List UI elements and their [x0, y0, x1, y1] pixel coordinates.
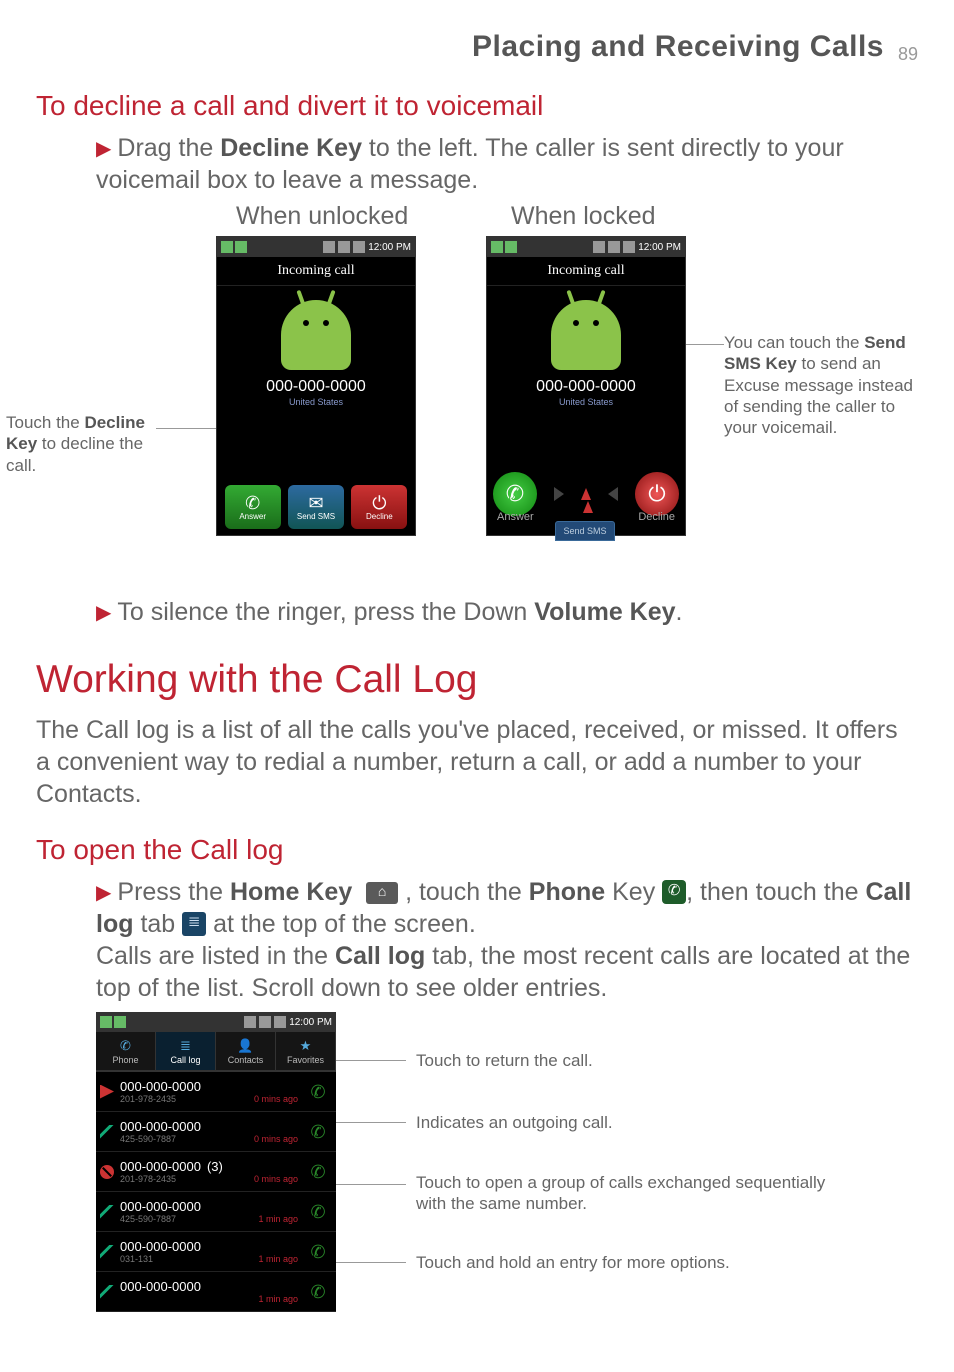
call-direction-icon [100, 1205, 114, 1219]
caller-number: 000-000-0000 [487, 378, 685, 396]
send-sms-button[interactable]: ✉Send SMS [288, 485, 344, 529]
call-direction-icon [100, 1085, 114, 1099]
call-log-row[interactable]: 000-000-0000425-590-78871 min ago✆ [96, 1192, 336, 1232]
call-log-description: The Call log is a list of all the calls … [36, 714, 918, 810]
caller-location: United States [217, 397, 415, 407]
tab-call-log[interactable]: ≣Call log [156, 1032, 216, 1070]
label-locked: When locked [511, 202, 656, 231]
phone-mock-locked: 12:00 PM Incoming call 000-000-0000 Unit… [486, 236, 686, 536]
incoming-call-label: Incoming call [217, 257, 415, 286]
bullet-icon: ▶ [96, 137, 111, 163]
dial-icon[interactable]: ✆ [304, 1118, 332, 1146]
call-log-diagram: 12:00 PM ✆Phone ≣Call log 👤Contacts ★Fav… [96, 1012, 918, 1322]
decline-instruction: ▶Drag the Decline Key to the left. The c… [96, 132, 918, 196]
incoming-call-diagram: When unlocked When locked 12:00 PM Incom… [36, 202, 918, 582]
call-log-row[interactable]: 000-000-0000201-978-24350 mins ago✆ [96, 1072, 336, 1112]
dial-icon[interactable]: ✆ [304, 1278, 332, 1306]
incoming-call-label: Incoming call [487, 257, 685, 286]
home-key-icon [366, 882, 398, 904]
callout-return-call: Touch to return the call. [416, 1050, 593, 1071]
call-direction-icon [100, 1245, 114, 1259]
callout-decline-key: Touch the Decline Key to decline the cal… [6, 412, 176, 476]
decline-label: Decline [638, 511, 675, 523]
bullet-icon: ▶ [96, 881, 111, 907]
call-direction-icon [100, 1285, 114, 1299]
caller-location: United States [487, 397, 685, 407]
dial-icon[interactable]: ✆ [304, 1238, 332, 1266]
send-sms-pill[interactable]: Send SMS [555, 521, 615, 541]
call-log-row[interactable]: 000-000-0000(3)201-978-24350 mins ago✆ [96, 1152, 336, 1192]
caller-number: 000-000-0000 [217, 378, 415, 396]
tab-favorites[interactable]: ★Favorites [276, 1032, 336, 1070]
callout-hold-options: Touch and hold an entry for more options… [416, 1252, 730, 1273]
answer-label: Answer [497, 511, 534, 523]
call-log-row[interactable]: 000-000-0000425-590-78870 mins ago✆ [96, 1112, 336, 1152]
tab-phone[interactable]: ✆Phone [96, 1032, 156, 1070]
dial-icon[interactable]: ✆ [304, 1158, 332, 1186]
decline-button[interactable]: ⏻Decline [351, 485, 407, 529]
call-log-row[interactable]: 000-000-00001 min ago✆ [96, 1272, 336, 1312]
silence-instruction: ▶To silence the ringer, press the Down V… [96, 596, 918, 628]
callout-outgoing: Indicates an outgoing call. [416, 1112, 613, 1133]
phone-mock-unlocked: 12:00 PM Incoming call 000-000-0000 Unit… [216, 236, 416, 536]
call-log-mock: 12:00 PM ✆Phone ≣Call log 👤Contacts ★Fav… [96, 1012, 336, 1312]
answer-button[interactable]: ✆Answer [225, 485, 281, 529]
open-call-log-steps: ▶Press the Home Key , touch the Phone Ke… [96, 876, 918, 1004]
answer-slider[interactable]: ✆ [493, 472, 537, 516]
callout-send-sms: You can touch the Send SMS Key to send a… [724, 332, 914, 438]
working-call-log-heading: Working with the Call Log [36, 658, 918, 702]
section-decline-heading: To decline a call and divert it to voice… [36, 90, 918, 122]
dial-icon[interactable]: ✆ [304, 1198, 332, 1226]
open-call-log-heading: To open the Call log [36, 834, 918, 866]
dial-icon[interactable]: ✆ [304, 1078, 332, 1106]
call-log-row[interactable]: 000-000-0000031-1311 min ago✆ [96, 1232, 336, 1272]
page-number: 89 [898, 44, 918, 65]
bullet-icon: ▶ [96, 601, 111, 627]
tab-contacts[interactable]: 👤Contacts [216, 1032, 276, 1070]
page-header-title: Placing and Receiving Calls [472, 30, 884, 64]
call-direction-icon [100, 1165, 114, 1179]
decline-slider[interactable]: ⏻ [635, 472, 679, 516]
phone-key-icon [662, 880, 686, 904]
callout-group: Touch to open a group of calls exchanged… [416, 1172, 836, 1215]
label-unlocked: When unlocked [236, 202, 408, 231]
call-direction-icon [100, 1125, 114, 1139]
call-log-tab-icon [182, 912, 206, 936]
